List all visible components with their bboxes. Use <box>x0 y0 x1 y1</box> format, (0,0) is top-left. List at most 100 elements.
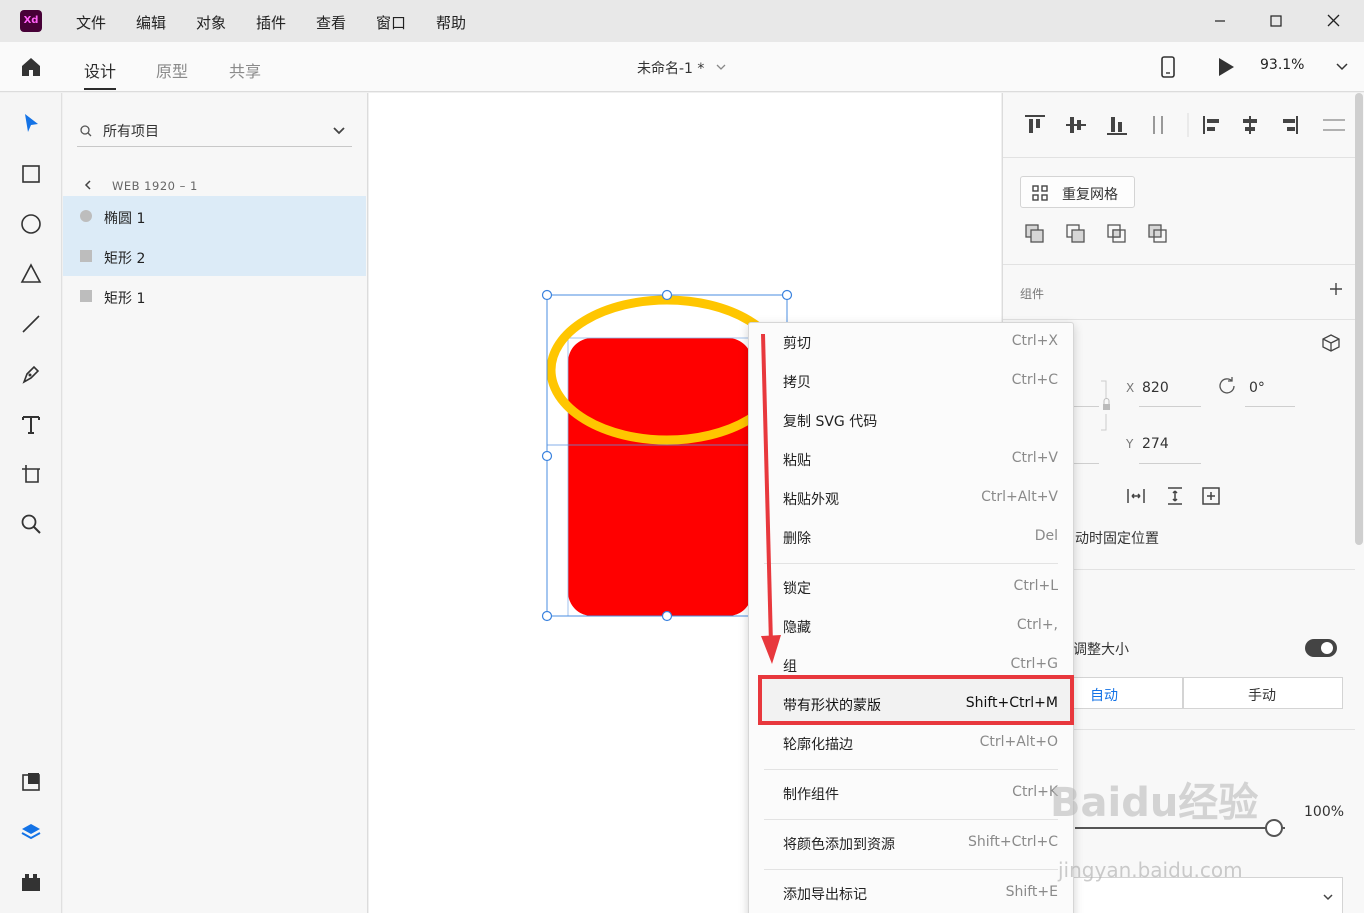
layer-row-rectangle-2[interactable]: 矩形 2 <box>63 236 366 276</box>
menu-item-lock[interactable]: 锁定 Ctrl+L <box>749 568 1073 607</box>
device-preview-icon[interactable] <box>1158 54 1178 80</box>
menu-separator <box>764 563 1058 564</box>
w-field-underline <box>1073 406 1099 407</box>
menu-item-add-export-mark[interactable]: 添加导出标记 Shift+E <box>749 874 1073 913</box>
layer-label: 矩形 1 <box>104 291 146 307</box>
rectangle-tool-icon[interactable] <box>19 162 43 186</box>
menu-item-cut[interactable]: 剪切 Ctrl+X <box>749 323 1073 362</box>
text-tool-icon[interactable] <box>19 412 43 436</box>
menu-plugins[interactable]: 插件 <box>256 12 286 33</box>
menu-item-shortcut: Ctrl+Alt+O <box>979 734 1058 750</box>
artboard-breadcrumb[interactable]: WEB 1920 – 1 <box>112 179 198 193</box>
responsive-resize-label: 调整大小 <box>1073 642 1129 658</box>
zoom-level[interactable]: 93.1% <box>1260 57 1304 73</box>
menu-item-shortcut: Shift+E <box>1005 884 1058 900</box>
blend-mode-select[interactable] <box>1073 877 1343 913</box>
document-title[interactable]: 未命名-1 * <box>637 58 704 78</box>
artboard-tool-icon[interactable] <box>19 462 43 486</box>
tab-share[interactable]: 共享 <box>229 58 261 82</box>
menu-item-copy[interactable]: 拷贝 Ctrl+C <box>749 362 1073 401</box>
watermark: Baidu经验 <box>1050 780 1259 826</box>
chevron-down-icon[interactable] <box>714 59 728 73</box>
responsive-resize-toggle[interactable] <box>1305 639 1337 657</box>
3d-transform-icon[interactable] <box>1321 333 1341 353</box>
align-toolbar[interactable] <box>1021 113 1351 137</box>
repeat-grid-label: 重复网格 <box>1062 187 1118 203</box>
add-component-icon[interactable] <box>1328 281 1344 297</box>
menu-separator <box>764 769 1058 770</box>
menu-item-shortcut: Del <box>1034 528 1058 544</box>
top-toolbar: 设计 原型 共享 未命名-1 * 93.1% <box>0 42 1364 92</box>
plugins-icon[interactable] <box>19 870 43 894</box>
close-icon[interactable] <box>1322 10 1346 32</box>
annotation-arrow <box>761 333 781 664</box>
menu-file[interactable]: 文件 <box>76 12 106 33</box>
menu-separator <box>764 869 1058 870</box>
document-assets-icon[interactable] <box>19 770 43 794</box>
menu-item-add-color-to-assets[interactable]: 将颜色添加到资源 Shift+Ctrl+C <box>749 824 1073 863</box>
menu-item-label: 隐藏 <box>783 620 811 636</box>
layer-row-rectangle-1[interactable]: 矩形 1 <box>63 276 366 316</box>
watermark-url: jingyan.baidu.com <box>1058 858 1243 882</box>
opacity-slider-thumb[interactable] <box>1265 819 1283 837</box>
menu-edit[interactable]: 编辑 <box>136 12 166 33</box>
lock-aspect-icon[interactable] <box>1100 378 1114 434</box>
menu-view[interactable]: 查看 <box>316 12 346 33</box>
menu-item-paste[interactable]: 粘贴 Ctrl+V <box>749 440 1073 479</box>
layer-row-ellipse-1[interactable]: 椭圆 1 <box>63 196 366 236</box>
polygon-tool-icon[interactable] <box>19 262 43 286</box>
opacity-value[interactable]: 100% <box>1304 804 1344 820</box>
menu-object[interactable]: 对象 <box>196 12 226 33</box>
component-section-label: 组件 <box>1020 287 1045 301</box>
repeat-grid-button[interactable]: 重复网格 <box>1020 176 1135 208</box>
layer-label: 椭圆 1 <box>104 211 146 227</box>
x-value[interactable]: 820 <box>1142 380 1169 396</box>
menu-help[interactable]: 帮助 <box>436 12 466 33</box>
menu-item-label: 剪切 <box>783 336 811 352</box>
red-rectangle[interactable] <box>568 338 752 616</box>
rotation-value[interactable]: 0° <box>1249 380 1265 396</box>
manual-label: 手动 <box>1248 688 1276 704</box>
rectangle-layer-icon <box>80 250 92 262</box>
layers-filter[interactable]: 所有项目 <box>77 113 352 147</box>
menu-item-copy-svg[interactable]: 复制 SVG 代码 <box>749 401 1073 440</box>
zoom-tool-icon[interactable] <box>19 512 43 536</box>
tab-design[interactable]: 设计 <box>84 58 116 82</box>
play-icon[interactable] <box>1214 55 1238 79</box>
zoom-dropdown-icon[interactable] <box>1334 59 1350 75</box>
minimize-icon[interactable] <box>1208 10 1232 32</box>
rectangle-layer-icon <box>80 290 92 302</box>
chevron-down-icon[interactable] <box>331 123 347 139</box>
pen-tool-icon[interactable] <box>19 362 43 386</box>
resize-auto-button[interactable]: 自动 <box>1073 677 1183 709</box>
menu-item-outline-stroke[interactable]: 轮廓化描边 Ctrl+Alt+O <box>749 724 1073 763</box>
menu-item-label: 删除 <box>783 531 811 547</box>
menu-item-hide[interactable]: 隐藏 Ctrl+, <box>749 607 1073 646</box>
menu-item-mask-with-shape[interactable]: 带有形状的蒙版 Shift+Ctrl+M <box>749 685 1073 724</box>
y-value[interactable]: 274 <box>1142 436 1169 452</box>
line-tool-icon[interactable] <box>19 312 43 336</box>
home-icon[interactable] <box>19 55 43 79</box>
tab-prototype[interactable]: 原型 <box>156 58 188 82</box>
back-icon[interactable] <box>81 177 95 191</box>
menu-item-make-component[interactable]: 制作组件 Ctrl+K <box>749 774 1073 813</box>
scrollbar[interactable] <box>1355 93 1363 545</box>
distribute-toolbar[interactable] <box>1125 485 1225 507</box>
menu-item-paste-appearance[interactable]: 粘贴外观 Ctrl+Alt+V <box>749 479 1073 518</box>
maximize-icon[interactable] <box>1264 10 1288 32</box>
filter-label: 所有项目 <box>103 124 159 140</box>
menu-item-label: 制作组件 <box>783 787 839 803</box>
ellipse-tool-icon[interactable] <box>19 212 43 236</box>
h-field-underline <box>1073 463 1099 464</box>
layers-icon[interactable] <box>19 820 43 844</box>
boolean-ops-toolbar[interactable] <box>1024 222 1174 246</box>
menu-window[interactable]: 窗口 <box>376 12 406 33</box>
x-field-underline <box>1139 406 1201 407</box>
menu-item-shortcut: Ctrl+C <box>1011 372 1058 388</box>
menu-item-shortcut: Ctrl+Alt+V <box>981 489 1058 505</box>
select-tool-icon[interactable] <box>19 111 43 135</box>
divider <box>1003 319 1355 320</box>
x-label: X <box>1126 381 1135 395</box>
resize-manual-button[interactable]: 手动 <box>1183 677 1343 709</box>
menu-item-delete[interactable]: 删除 Del <box>749 518 1073 557</box>
